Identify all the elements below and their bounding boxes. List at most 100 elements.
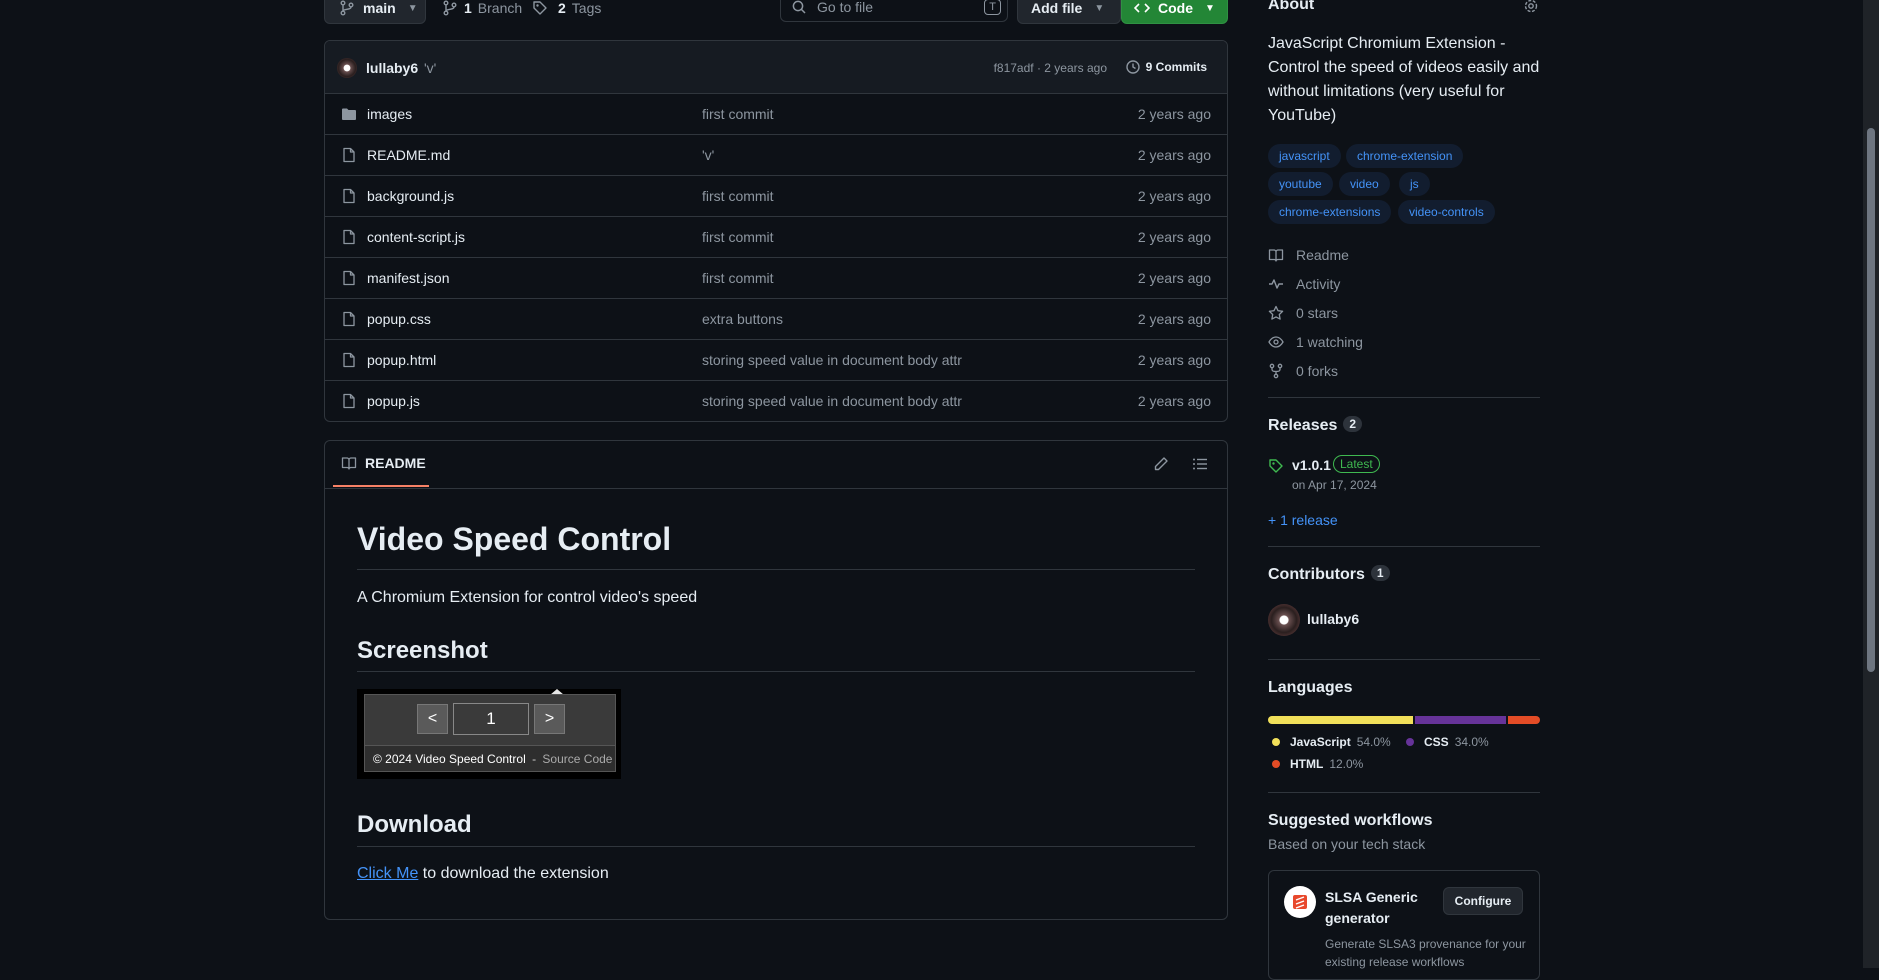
releases-heading[interactable]: Releases 2 xyxy=(1268,416,1363,435)
branch-select-button[interactable]: main ▼ xyxy=(324,0,426,24)
pencil-icon xyxy=(1153,456,1169,472)
table-row[interactable]: content-script.js first commit 2 years ago xyxy=(325,217,1227,258)
file-name[interactable]: popup.js xyxy=(367,393,420,409)
file-name[interactable]: popup.html xyxy=(367,352,436,368)
file-commit-message[interactable]: first commit xyxy=(702,106,774,122)
history-icon xyxy=(1125,59,1141,75)
topic-tag[interactable]: youtube xyxy=(1268,172,1333,196)
topic-tag[interactable]: javascript xyxy=(1268,144,1341,168)
forks-link[interactable]: 0 forks xyxy=(1268,361,1338,381)
branch-count: 1 xyxy=(464,0,472,16)
about-settings-button[interactable] xyxy=(1523,0,1539,14)
scrollbar-track[interactable] xyxy=(1863,0,1879,968)
file-commit-message[interactable]: extra buttons xyxy=(702,311,783,327)
popup-next-label: > xyxy=(544,710,555,727)
language-item[interactable]: CSS 34.0% xyxy=(1406,735,1489,749)
topic-tag[interactable]: video xyxy=(1339,172,1390,196)
branch-label: Branch xyxy=(477,0,523,16)
table-row[interactable]: README.md 'v' 2 years ago xyxy=(325,135,1227,176)
topic-tag[interactable]: js xyxy=(1399,172,1430,196)
avatar[interactable] xyxy=(1268,604,1300,636)
workflows-subtitle: Based on your tech stack xyxy=(1268,836,1426,852)
file-commit-message[interactable]: first commit xyxy=(702,229,774,245)
table-row[interactable]: background.js first commit 2 years ago xyxy=(325,176,1227,217)
tags-link[interactable]: 2 Tags xyxy=(532,0,601,16)
configure-button[interactable]: Configure xyxy=(1443,887,1523,915)
git-branch-icon xyxy=(442,0,458,16)
go-to-file-placeholder: Go to file xyxy=(817,0,874,15)
file-icon xyxy=(341,147,357,163)
watchers-link[interactable]: 1 watching xyxy=(1268,332,1363,352)
more-releases-link[interactable]: + 1 release xyxy=(1268,512,1338,528)
file-commit-message[interactable]: 'v' xyxy=(702,147,714,163)
release-version[interactable]: v1.0.1 xyxy=(1292,457,1331,473)
popup-copyright: © 2024 Video Speed Control xyxy=(373,752,526,766)
contributors-count: 1 xyxy=(1370,565,1390,581)
commits-link[interactable]: 9 Commits xyxy=(1125,59,1207,75)
file-commit-message[interactable]: first commit xyxy=(702,188,774,204)
commit-author[interactable]: lullaby6 xyxy=(366,60,418,76)
table-row[interactable]: manifest.json first commit 2 years ago xyxy=(325,258,1227,299)
file-name[interactable]: README.md xyxy=(367,147,450,163)
chevron-down-icon: ▼ xyxy=(1205,2,1215,14)
file-date: 2 years ago xyxy=(1137,352,1211,368)
avatar[interactable] xyxy=(337,58,357,78)
tag-count: 2 xyxy=(558,0,566,16)
search-icon xyxy=(791,0,807,15)
topic-tag[interactable]: video-controls xyxy=(1398,200,1495,224)
go-to-file-input[interactable]: Go to file T xyxy=(780,0,1008,22)
watchers-count: 1 watching xyxy=(1296,334,1363,350)
title-divider xyxy=(357,569,1195,570)
file-name[interactable]: content-script.js xyxy=(367,229,465,245)
tag-icon xyxy=(1268,458,1284,474)
file-commit-message[interactable]: storing speed value in document body att… xyxy=(702,352,962,368)
chevron-down-icon: ▼ xyxy=(1094,2,1105,14)
topic-tag[interactable]: chrome-extensions xyxy=(1268,200,1392,224)
releases-title: Releases xyxy=(1268,417,1338,434)
language-item[interactable]: HTML 12.0% xyxy=(1272,757,1363,771)
slsa-logo-icon xyxy=(1284,886,1316,918)
readme-link[interactable]: Readme xyxy=(1268,245,1349,265)
commit-hash-age[interactable]: f817adf · 2 years ago xyxy=(994,61,1107,75)
file-name[interactable]: manifest.json xyxy=(367,270,449,286)
file-name[interactable]: images xyxy=(367,106,412,122)
popup-prev-label: < xyxy=(427,710,438,727)
file-date: 2 years ago xyxy=(1137,188,1211,204)
edit-button[interactable] xyxy=(1153,456,1169,472)
file-icon xyxy=(341,393,357,409)
file-name[interactable]: popup.css xyxy=(367,311,431,327)
language-item[interactable]: JavaScript 54.0% xyxy=(1272,735,1391,749)
activity-link[interactable]: Activity xyxy=(1268,274,1340,294)
contributors-heading[interactable]: Contributors 1 xyxy=(1268,565,1390,584)
table-row[interactable]: popup.html storing speed value in documen… xyxy=(325,340,1227,381)
table-row[interactable]: images first commit 2 years ago xyxy=(325,94,1227,135)
language-dot xyxy=(1272,760,1280,768)
stars-link[interactable]: 0 stars xyxy=(1268,303,1338,323)
scrollbar-thumb[interactable] xyxy=(1867,128,1875,672)
outline-button[interactable] xyxy=(1192,456,1208,472)
gear-icon xyxy=(1523,0,1539,14)
code-button[interactable]: Code ▼ xyxy=(1121,0,1228,24)
file-date: 2 years ago xyxy=(1137,147,1211,163)
divider xyxy=(1268,397,1540,398)
contributor-name[interactable]: lullaby6 xyxy=(1307,611,1359,627)
workflow-description: Generate SLSA3 provenance for your exist… xyxy=(1325,937,1526,969)
add-file-button[interactable]: Add file ▼ xyxy=(1017,0,1121,24)
download-link[interactable]: Click Me xyxy=(357,865,418,882)
topic-tag[interactable]: chrome-extension xyxy=(1346,144,1464,168)
language-name: HTML xyxy=(1290,757,1324,771)
branches-link[interactable]: 1 Branch xyxy=(442,0,522,16)
file-commit-message[interactable]: storing speed value in document body att… xyxy=(702,393,962,409)
popup-footer: © 2024 Video Speed Control - Source Code xyxy=(365,745,615,771)
table-row[interactable]: popup.css extra buttons 2 years ago xyxy=(325,299,1227,340)
file-name[interactable]: background.js xyxy=(367,188,454,204)
commit-message[interactable]: 'v' xyxy=(424,60,436,76)
latest-badge: Latest xyxy=(1333,455,1380,473)
file-commit-message[interactable]: first commit xyxy=(702,270,774,286)
language-dot xyxy=(1406,738,1414,746)
table-row[interactable]: popup.js storing speed value in document … xyxy=(325,381,1227,421)
file-icon xyxy=(341,352,357,368)
screenshot-divider xyxy=(357,671,1195,672)
tab-readme[interactable]: README xyxy=(333,441,429,487)
language-name: JavaScript xyxy=(1290,735,1351,749)
